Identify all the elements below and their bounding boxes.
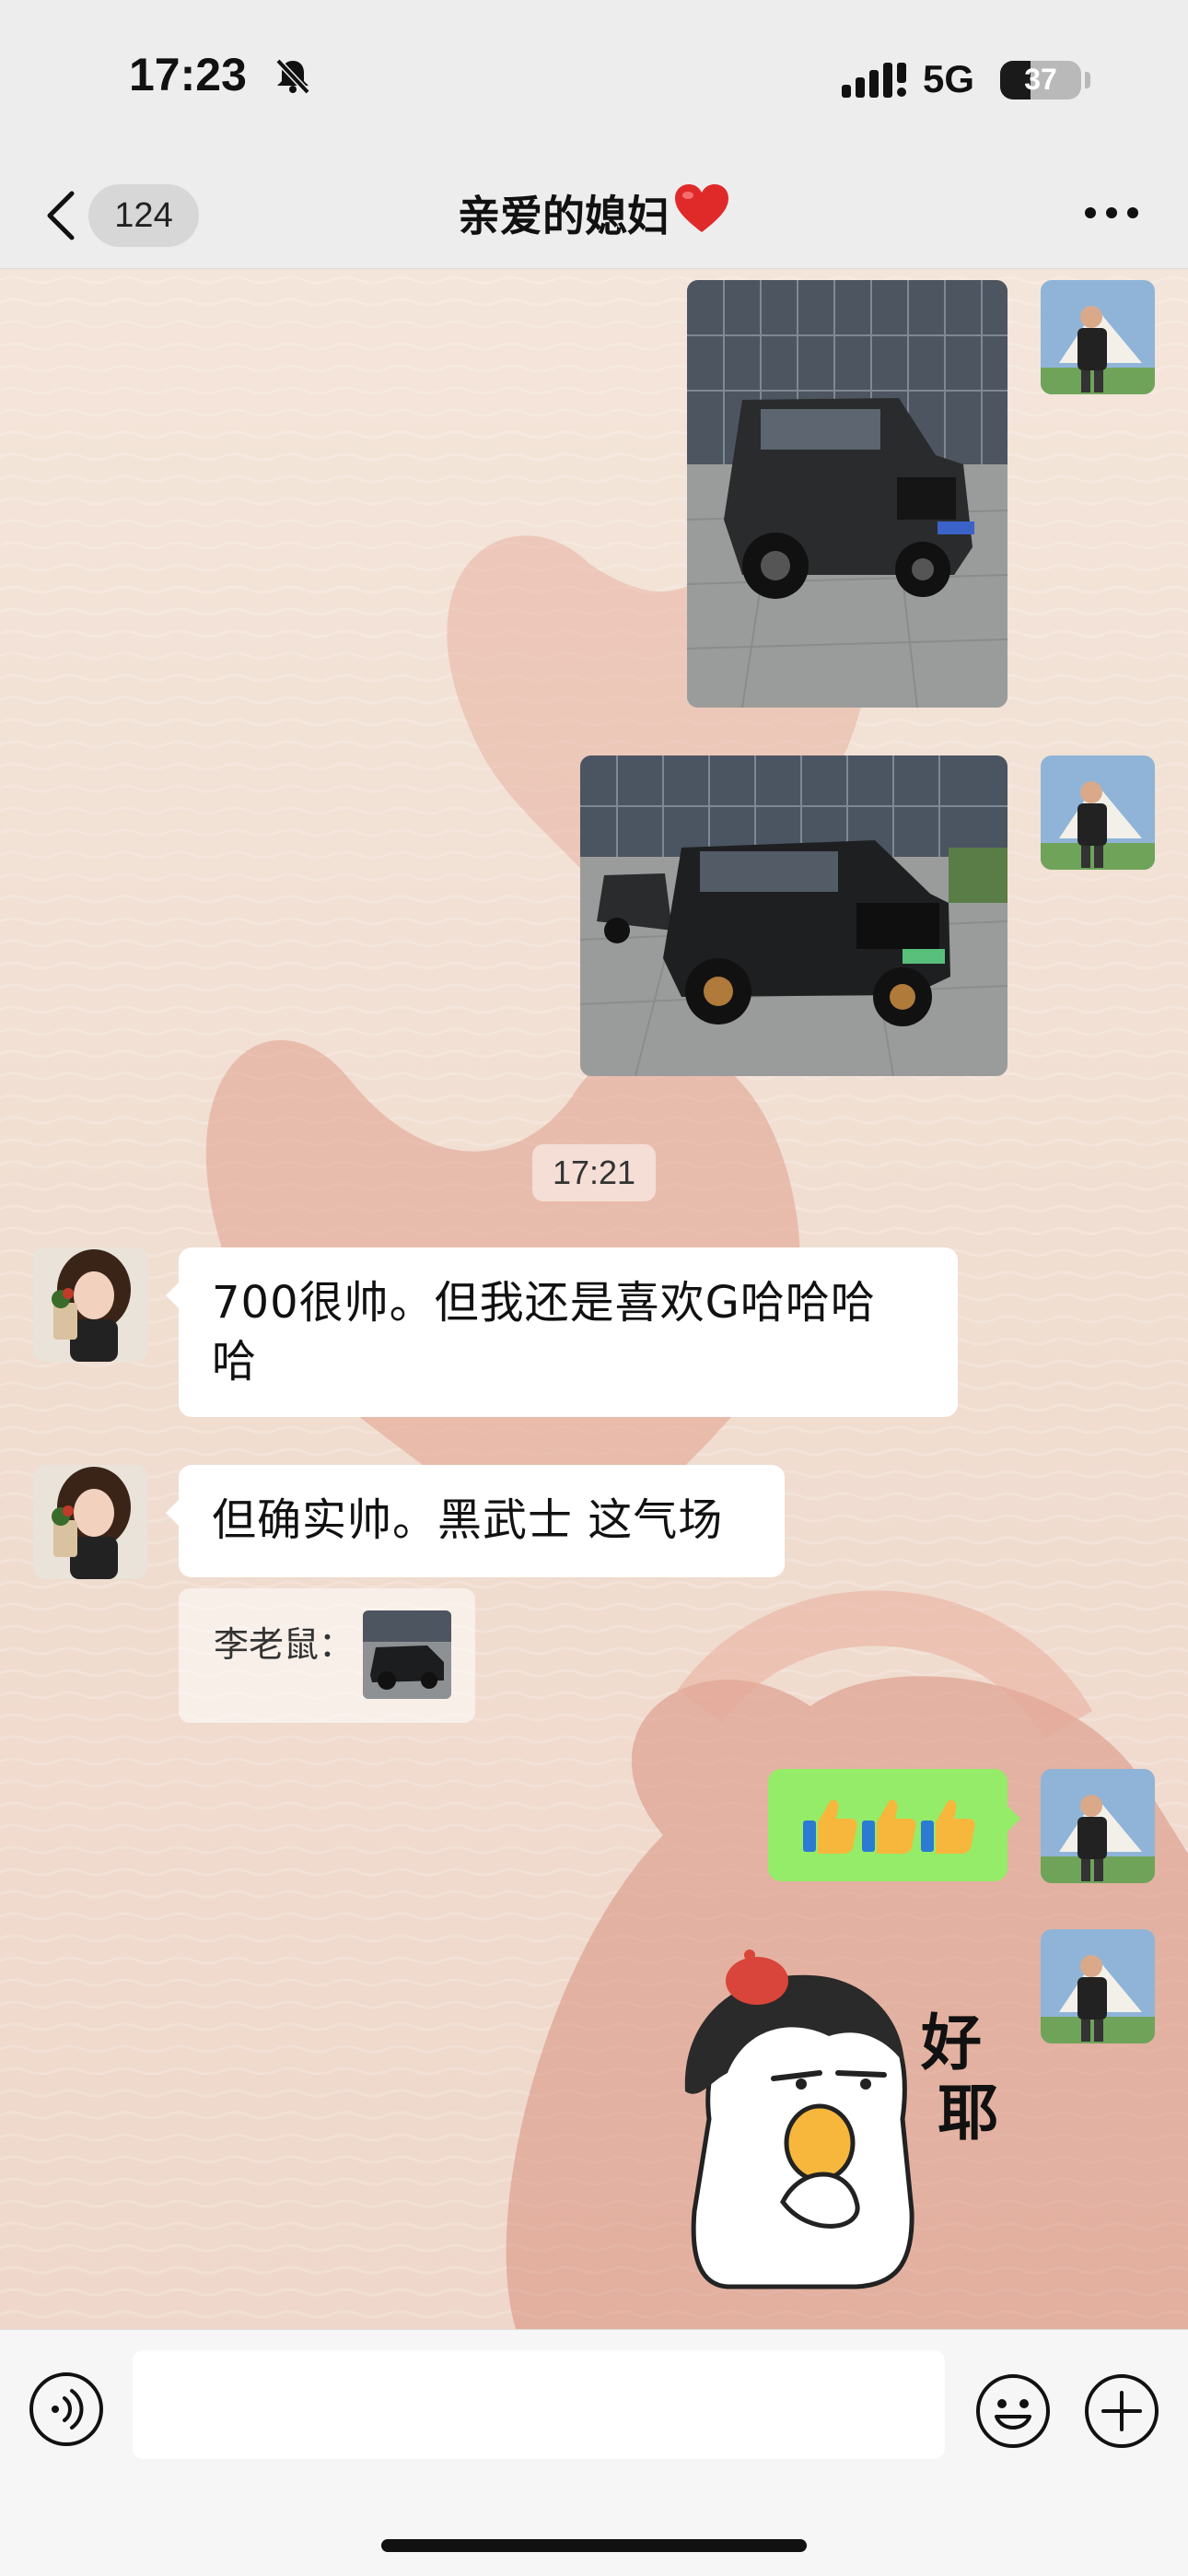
more-options-button[interactable] — [1079, 190, 1144, 236]
quoted-car-thumbnail[interactable] — [363, 1610, 451, 1699]
received-message-bubble[interactable]: 但确实帅。黑武士 这气场 — [166, 1465, 785, 1577]
status-bar: 17:23 5G 37 — [0, 0, 1188, 157]
thumbs-up-icon — [803, 1799, 857, 1854]
message-text: 但确实帅。黑武士 这气场 — [212, 1494, 724, 1546]
thumbs-up-icon — [921, 1799, 975, 1854]
battery-nub — [1085, 72, 1090, 88]
message-input[interactable] — [133, 2350, 945, 2459]
sticker-haoye[interactable]: 好 耶 — [672, 1935, 1013, 2298]
network-type: 5G — [923, 57, 975, 100]
battery-indicator: 37 — [1000, 61, 1081, 100]
thumbs-up-emoji-icons — [803, 1799, 975, 1854]
sent-message-bubble[interactable] — [768, 1769, 1020, 1881]
my-avatar[interactable] — [1041, 755, 1155, 870]
status-time: 17:23 — [129, 49, 247, 100]
my-avatar[interactable] — [1041, 1929, 1155, 2043]
my-avatar[interactable] — [1041, 1769, 1155, 1883]
message-text-continuation: 哈 — [212, 1336, 258, 1388]
contact-avatar[interactable] — [33, 1247, 147, 1362]
ellipsis-icon — [1079, 207, 1144, 240]
plus-circle-icon — [1083, 2374, 1160, 2453]
car-photo-g-class[interactable] — [687, 280, 1007, 708]
voice-input-button[interactable] — [28, 2371, 105, 2452]
home-indicator[interactable] — [381, 2539, 807, 2552]
quote-author: 李老鼠： — [214, 1624, 355, 1665]
bell-slash-icon — [273, 57, 313, 98]
emoji-button[interactable] — [974, 2372, 1052, 2453]
quoted-message[interactable]: 李老鼠： — [179, 1588, 475, 1723]
my-avatar[interactable] — [1041, 280, 1155, 394]
message-timestamp: 17:21 — [532, 1144, 656, 1201]
chat-title: 亲爱的媳妇 — [0, 182, 1188, 244]
car-photo-tank-700[interactable] — [580, 755, 1007, 1076]
received-message-bubble[interactable]: 700很帅。但我还是喜欢G哈哈哈哈 — [166, 1247, 958, 1417]
contact-avatar[interactable] — [33, 1465, 147, 1579]
message-text: 700很帅。但我还是喜欢G哈哈哈 — [212, 1277, 876, 1329]
chat-header: 124 亲爱的媳妇 — [0, 157, 1188, 269]
sticker-text-ye: 耶 — [938, 2078, 998, 2149]
red-heart-icon — [673, 182, 730, 244]
battery-percent: 37 — [1024, 63, 1057, 96]
contact-name: 亲爱的媳妇 — [458, 191, 670, 241]
thumbs-up-icon — [862, 1799, 916, 1854]
sticker-text-hao: 好 — [920, 2008, 982, 2078]
cellular-signal-icon — [842, 61, 908, 101]
more-functions-button[interactable] — [1083, 2372, 1160, 2453]
voice-icon — [28, 2372, 105, 2452]
smiley-icon — [974, 2374, 1052, 2453]
